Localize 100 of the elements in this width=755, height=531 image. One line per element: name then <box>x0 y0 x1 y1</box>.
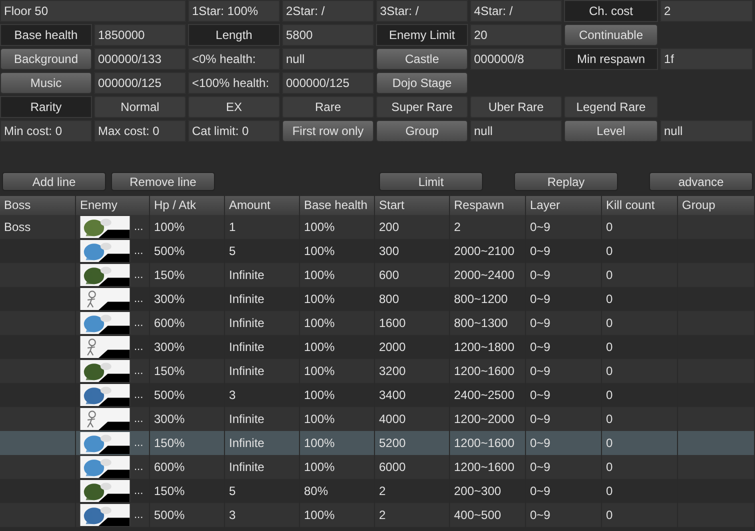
rarity-toggle[interactable]: Uber Rare <box>470 96 562 118</box>
table-cell: 0~9 <box>530 340 550 354</box>
table-cell: 0 <box>606 484 613 498</box>
table-cell: 0~9 <box>530 316 550 330</box>
table-row[interactable]: ... 150% Infinite 100% 600 2000~2400 0~9 0 <box>0 263 755 287</box>
action-button[interactable]: Limit <box>379 172 483 191</box>
field-value: Max cost: 0 <box>94 120 186 142</box>
field-value: 1850000 <box>94 24 186 46</box>
setting-button[interactable]: Music <box>0 72 92 94</box>
field-value: 000000/125 <box>94 72 186 94</box>
table-cell: 400~500 <box>454 508 502 522</box>
table-cell: 0 <box>606 364 613 378</box>
table-cell: 2 <box>379 508 386 522</box>
table-cell: 80% <box>304 484 328 498</box>
field-label: Rarity <box>0 96 92 118</box>
table-cell: 800~1200 <box>454 292 508 306</box>
table-cell: Infinite <box>229 268 264 282</box>
table-cell: 5200 <box>379 436 406 450</box>
table-cell: 100% <box>304 436 335 450</box>
table-cell: 0 <box>606 388 613 402</box>
setting-button[interactable]: Level <box>564 120 658 142</box>
ellipsis-text: ... <box>134 485 144 497</box>
field-value: null <box>470 120 562 142</box>
field-value: <100% health: <box>188 72 280 94</box>
table-row[interactable]: ... 150% Infinite 100% 5200 1200~1600 0~9 0 <box>0 431 755 455</box>
field-value: <0% health: <box>188 48 280 70</box>
table-cell: Infinite <box>229 460 264 474</box>
table-cell: 100% <box>304 340 335 354</box>
rarity-toggle[interactable]: Legend Rare <box>564 96 658 118</box>
table-cell: 100% <box>304 460 335 474</box>
field-value: 000000/125 <box>282 72 374 94</box>
table-cell: 100% <box>304 220 335 234</box>
table-cell: 3400 <box>379 388 406 402</box>
setting-button[interactable]: Background <box>0 48 92 70</box>
table-cell: 600% <box>154 316 185 330</box>
table-cell: 800 <box>379 292 400 306</box>
table-cell: 600 <box>379 268 400 282</box>
stage-title: Floor 50 <box>0 0 186 22</box>
table-cell: 1 <box>229 220 236 234</box>
rarity-toggle[interactable]: Normal <box>94 96 186 118</box>
table-cell: 0~9 <box>530 364 550 378</box>
table-cell: 0 <box>606 316 613 330</box>
table-cell: 300% <box>154 292 185 306</box>
table-cell: 200~300 <box>454 484 502 498</box>
table-cell: 300% <box>154 340 185 354</box>
field-value: Min cost: 0 <box>0 120 92 142</box>
action-button[interactable]: advance <box>649 172 753 191</box>
rarity-toggle[interactable]: EX <box>188 96 280 118</box>
table-cell: 0 <box>606 268 613 282</box>
table-cell: 3 <box>229 508 236 522</box>
table-cell: 1200~2000 <box>454 412 514 426</box>
action-button[interactable]: Remove line <box>111 172 215 191</box>
setting-button[interactable]: Group <box>376 120 468 142</box>
setting-button[interactable]: Continuable <box>564 24 658 46</box>
table-row[interactable]: ... 500% 3 100% 2 400~500 0~9 0 <box>0 503 755 527</box>
field-label: Base health <box>0 24 92 46</box>
table-row[interactable]: ... 300% Infinite 100% 4000 1200~2000 0~9 0 <box>0 407 755 431</box>
setting-button[interactable]: Dojo Stage <box>376 72 468 94</box>
field-value: 2Star: / <box>282 0 374 22</box>
table-cell: 100% <box>304 388 335 402</box>
table-cell: 2000~2400 <box>454 268 514 282</box>
table-cell: 2 <box>454 220 461 234</box>
field-value: Cat limit: 0 <box>188 120 280 142</box>
table-cell: 0~9 <box>530 508 550 522</box>
ellipsis-text: ... <box>134 437 144 449</box>
table-cell: 150% <box>154 268 185 282</box>
action-button[interactable]: Replay <box>514 172 618 191</box>
table-row[interactable]: Boss ... 100% 1 100% 200 2 0~9 0 <box>0 215 755 239</box>
table-cell: 800~1300 <box>454 316 508 330</box>
table-cell: 5 <box>229 484 236 498</box>
table-row[interactable]: ... 150% Infinite 100% 3200 1200~1600 0~9 0 <box>0 359 755 383</box>
table-row[interactable]: ... 600% Infinite 100% 1600 800~1300 0~9 0 <box>0 311 755 335</box>
setting-button[interactable]: Castle <box>376 48 468 70</box>
table-cell: 0~9 <box>530 244 550 258</box>
rarity-toggle[interactable]: Rare <box>282 96 374 118</box>
rarity-toggle[interactable]: Super Rare <box>376 96 468 118</box>
field-value: null <box>660 120 753 142</box>
table-cell: 0~9 <box>530 268 550 282</box>
setting-button[interactable]: First row only <box>282 120 374 142</box>
ellipsis-text: ... <box>134 365 144 377</box>
field-value: 1f <box>660 48 753 70</box>
ellipsis-text: ... <box>134 317 144 329</box>
ellipsis-text: ... <box>134 413 144 425</box>
table-cell: 100% <box>304 412 335 426</box>
table-cell: 0 <box>606 220 613 234</box>
table-cell: 1200~1600 <box>454 436 514 450</box>
table-cell: 3200 <box>379 364 406 378</box>
table-cell: 1200~1600 <box>454 460 514 474</box>
table-cell: 2000 <box>379 340 406 354</box>
field-value: 3Star: / <box>376 0 468 22</box>
table-row[interactable]: ... 600% Infinite 100% 6000 1200~1600 0~9 0 <box>0 455 755 479</box>
table-cell: 2400~2500 <box>454 388 514 402</box>
field-value: 20 <box>470 24 562 46</box>
table-cell: 200 <box>379 220 400 234</box>
table-cell: 0 <box>606 292 613 306</box>
table-cell: 0 <box>606 460 613 474</box>
action-button[interactable]: Add line <box>2 172 106 191</box>
table-cell: 0~9 <box>530 484 550 498</box>
table-cell: Infinite <box>229 316 264 330</box>
table-cell: 3 <box>229 388 236 402</box>
